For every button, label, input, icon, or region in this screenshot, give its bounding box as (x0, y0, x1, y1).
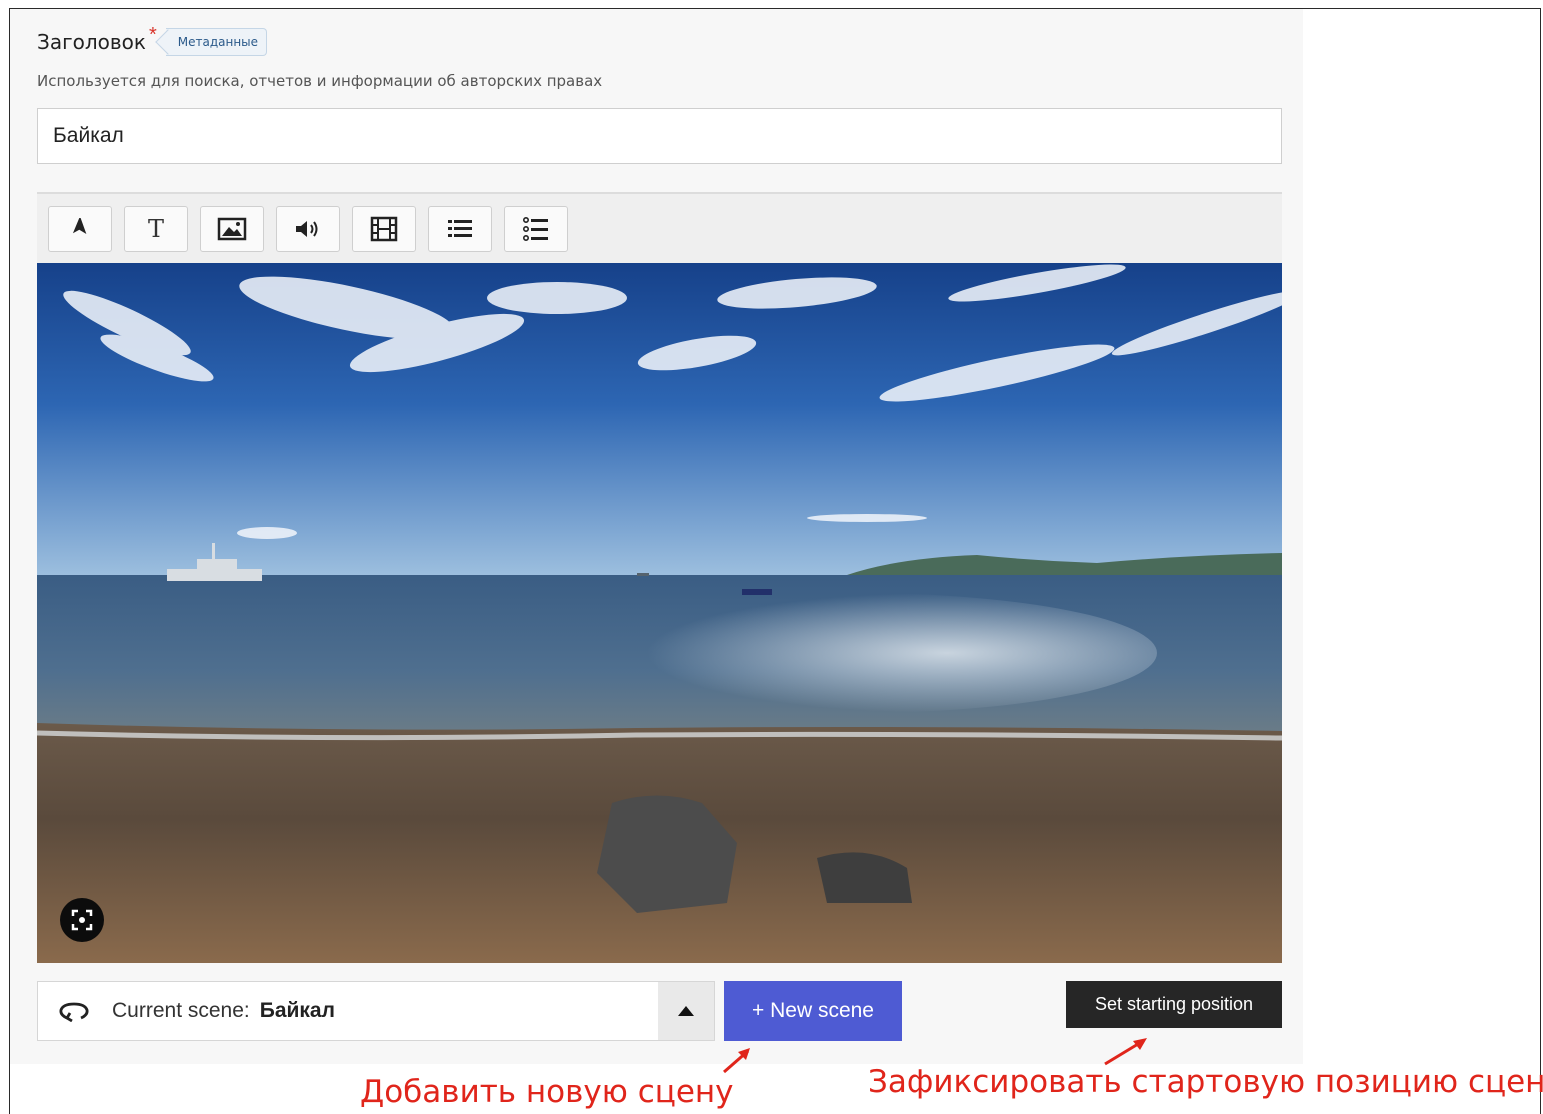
audio-icon (296, 221, 318, 237)
fullscreen-button[interactable] (60, 898, 104, 942)
metadata-badge: Метаданные (165, 28, 268, 56)
title-field-header: Заголовок * Метаданные (37, 24, 268, 56)
panorama-image[interactable] (37, 263, 1282, 963)
navigation-arrow-icon (72, 218, 87, 234)
scene-list-toggle[interactable] (658, 982, 714, 1040)
current-scene-label: Current scene: (112, 999, 250, 1022)
image-icon (217, 217, 247, 241)
current-scene-name: Байкал (259, 999, 335, 1022)
panorama-viewer[interactable] (37, 263, 1282, 963)
numbered-list-icon (522, 216, 548, 241)
caret-up-icon (678, 1006, 694, 1016)
scene-selector[interactable]: Current scene: Байкал (37, 981, 715, 1041)
content-toolbar: T (37, 192, 1282, 263)
title-label: Заголовок (37, 30, 146, 54)
navigation-arrow-button[interactable] (48, 206, 112, 252)
text-button[interactable]: T (124, 206, 188, 252)
fullscreen-icon (71, 909, 93, 931)
annotation-add-scene: Добавить новую сцену (360, 1074, 734, 1110)
video-button[interactable] (352, 206, 416, 252)
audio-button[interactable] (276, 206, 340, 252)
numbered-list-button[interactable] (504, 206, 568, 252)
video-icon (370, 216, 398, 242)
annotation-fix-start: Зафиксировать стартовую позицию сцены (868, 1064, 1543, 1100)
image-button[interactable] (200, 206, 264, 252)
annotation-arrow-start-position (1104, 1038, 1147, 1066)
text-icon: T (147, 215, 164, 243)
scene-cycle-icon (58, 999, 94, 1023)
list-button[interactable] (428, 206, 492, 252)
new-scene-button[interactable]: + New scene (724, 981, 902, 1041)
annotation-arrow-new-scene (723, 1048, 750, 1074)
set-starting-position-button[interactable]: Set starting position (1066, 981, 1282, 1028)
list-icon (448, 220, 472, 237)
title-hint: Используется для поиска, отчетов и инфор… (37, 72, 603, 90)
title-input[interactable] (37, 108, 1282, 164)
